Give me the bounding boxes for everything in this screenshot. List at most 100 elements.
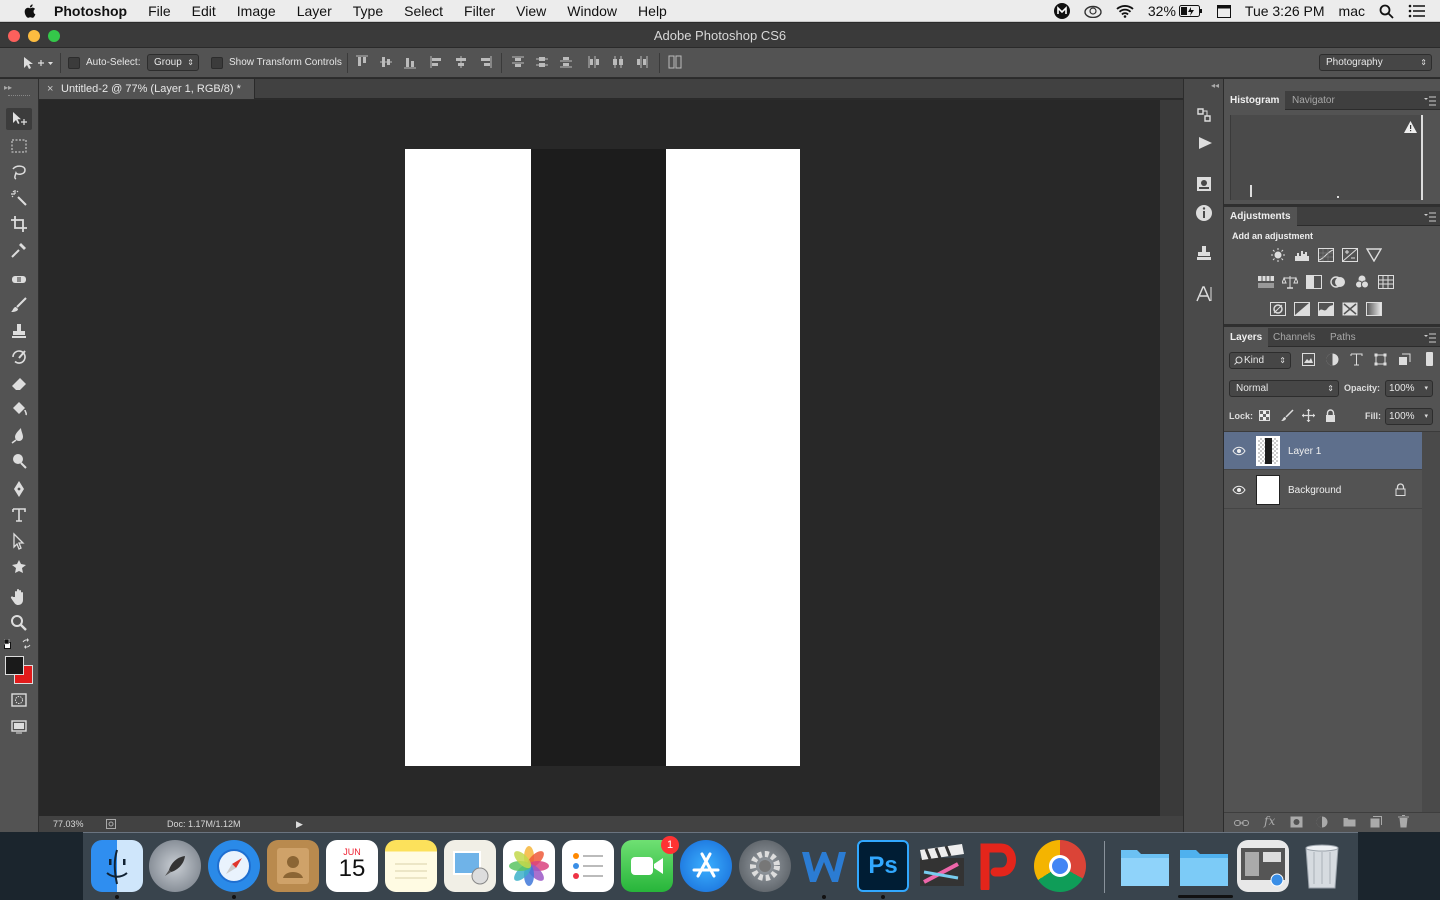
filter-shape-layers-icon[interactable]: [1374, 353, 1387, 366]
eyedropper-tool[interactable]: [6, 239, 32, 261]
filter-pixel-layers-icon[interactable]: [1302, 353, 1315, 366]
align-bottom-edges-icon[interactable]: [403, 55, 417, 69]
photo-filter-icon[interactable]: [1330, 275, 1346, 289]
lock-position-icon[interactable]: [1302, 409, 1315, 422]
selective-color-icon[interactable]: [1342, 302, 1358, 316]
menu-app-name[interactable]: Photoshop: [54, 3, 127, 19]
exposure-icon[interactable]: [1342, 248, 1358, 262]
finder-dock-icon[interactable]: [91, 840, 143, 892]
distribute-right-edges-icon[interactable]: [635, 55, 649, 69]
black-white-icon[interactable]: [1306, 275, 1322, 289]
brush-tool[interactable]: [6, 294, 32, 316]
menu-window[interactable]: Window: [567, 3, 617, 19]
vibrance-icon[interactable]: [1366, 248, 1382, 262]
distribute-vertical-centers-icon[interactable]: [535, 55, 549, 69]
document-canvas[interactable]: [405, 149, 800, 766]
distribute-top-edges-icon[interactable]: [511, 55, 525, 69]
align-horizontal-centers-icon[interactable]: [454, 55, 468, 69]
creative-cloud-icon[interactable]: [1084, 4, 1102, 18]
align-left-edges-icon[interactable]: [430, 55, 444, 69]
align-right-edges-icon[interactable]: [478, 55, 492, 69]
opacity-slider-arrow-icon[interactable]: ▾: [1424, 381, 1428, 396]
photos-dock-icon[interactable]: [503, 840, 555, 892]
zoom-tool[interactable]: [6, 612, 32, 634]
tool-presets-icon[interactable]: [1195, 244, 1213, 262]
lock-image-pixels-icon[interactable]: [1281, 409, 1294, 422]
cached-data-warning-icon[interactable]: [1404, 121, 1417, 133]
dodge-tool[interactable]: [6, 450, 32, 472]
minimize-window-button[interactable]: [28, 30, 40, 42]
user-name[interactable]: mac: [1339, 3, 1365, 19]
posterize-icon[interactable]: [1294, 302, 1310, 316]
auto-select-checkbox[interactable]: [68, 57, 80, 69]
status-share-icon[interactable]: [106, 819, 116, 829]
move-tool[interactable]: [6, 108, 32, 130]
link-layers-icon[interactable]: [1234, 818, 1249, 828]
reminders-dock-icon[interactable]: [562, 840, 614, 892]
menu-layer[interactable]: Layer: [297, 3, 332, 19]
distribute-left-edges-icon[interactable]: [587, 55, 601, 69]
menu-edit[interactable]: Edit: [192, 3, 216, 19]
tab-channels[interactable]: Channels: [1267, 328, 1321, 347]
launchpad-dock-icon[interactable]: [149, 840, 201, 892]
panel-menu-icon[interactable]: [1424, 96, 1436, 106]
actions-play-icon[interactable]: [1196, 135, 1214, 151]
character-panel-icon[interactable]: [1195, 285, 1213, 303]
opacity-input[interactable]: 100% ▾: [1385, 380, 1433, 397]
tab-navigator[interactable]: Navigator: [1286, 91, 1341, 110]
invert-icon[interactable]: [1270, 302, 1286, 316]
eraser-tool[interactable]: [6, 372, 32, 394]
document-tab[interactable]: × Untitled-2 @ 77% (Layer 1, RGB/8) *: [39, 79, 255, 99]
screenshot-stack-dock-icon[interactable]: [1237, 840, 1289, 892]
auto-select-dropdown[interactable]: Group ⇕: [147, 54, 199, 71]
hand-tool[interactable]: [6, 586, 32, 608]
zoom-level[interactable]: 77.03%: [53, 816, 84, 832]
new-layer-icon[interactable]: [1370, 816, 1382, 828]
menu-filter[interactable]: Filter: [464, 3, 495, 19]
threshold-icon[interactable]: [1318, 302, 1334, 316]
panel-menu-icon[interactable]: [1424, 333, 1436, 343]
tab-histogram[interactable]: Histogram: [1224, 91, 1286, 110]
notification-center-icon[interactable]: [1408, 4, 1426, 18]
type-tool[interactable]: [6, 504, 32, 526]
layer-row-layer-1[interactable]: Layer 1: [1224, 432, 1422, 470]
fill-slider-arrow-icon[interactable]: ▾: [1424, 409, 1428, 424]
contacts-dock-icon[interactable]: [267, 840, 319, 892]
brightness-contrast-icon[interactable]: [1270, 248, 1286, 262]
fill-input[interactable]: 100% ▾: [1385, 408, 1433, 425]
blend-mode-dropdown[interactable]: Normal ⇕: [1229, 380, 1339, 397]
trash-dock-icon[interactable]: [1296, 840, 1348, 892]
align-top-edges-icon[interactable]: [355, 55, 369, 69]
system-preferences-dock-icon[interactable]: [739, 840, 791, 892]
show-transform-controls-checkbox[interactable]: [211, 57, 223, 69]
visibility-eye-icon[interactable]: [1232, 483, 1246, 497]
facetime-dock-icon[interactable]: 1: [621, 836, 679, 892]
lasso-tool[interactable]: [6, 161, 32, 183]
pen-tool[interactable]: [6, 478, 32, 500]
screen-mode-button[interactable]: [6, 716, 32, 738]
new-group-folder-icon[interactable]: [1343, 816, 1356, 827]
final-cut-dock-icon[interactable]: [916, 840, 968, 892]
hue-saturation-icon[interactable]: [1258, 275, 1274, 289]
gradient-map-icon[interactable]: [1366, 302, 1382, 316]
downloads-folder-dock-icon[interactable]: [1178, 840, 1230, 892]
vertical-scrollbar[interactable]: [1160, 100, 1183, 816]
filter-type-layers-icon[interactable]: [1350, 353, 1363, 366]
menu-type[interactable]: Type: [353, 3, 383, 19]
menu-select[interactable]: Select: [404, 3, 443, 19]
collapse-toolbar-icon[interactable]: ▸▸: [4, 83, 12, 92]
add-layer-mask-icon[interactable]: [1290, 816, 1303, 828]
documents-folder-dock-icon[interactable]: [1119, 840, 1171, 892]
menu-help[interactable]: Help: [638, 3, 667, 19]
polaris-dock-icon[interactable]: [975, 840, 1027, 892]
filter-adjustment-layers-icon[interactable]: [1326, 353, 1339, 366]
lock-transparent-pixels-icon[interactable]: [1259, 410, 1270, 421]
magic-wand-tool[interactable]: [6, 187, 32, 209]
path-selection-tool[interactable]: [6, 530, 32, 552]
properties-panel-icon[interactable]: [1195, 175, 1213, 193]
color-balance-icon[interactable]: [1282, 275, 1298, 289]
calendar-menu-icon[interactable]: [1216, 4, 1231, 18]
layer-filter-kind-dropdown[interactable]: Kind ⇕: [1229, 352, 1291, 369]
distribute-bottom-edges-icon[interactable]: [559, 55, 573, 69]
paint-bucket-tool[interactable]: [6, 398, 32, 420]
